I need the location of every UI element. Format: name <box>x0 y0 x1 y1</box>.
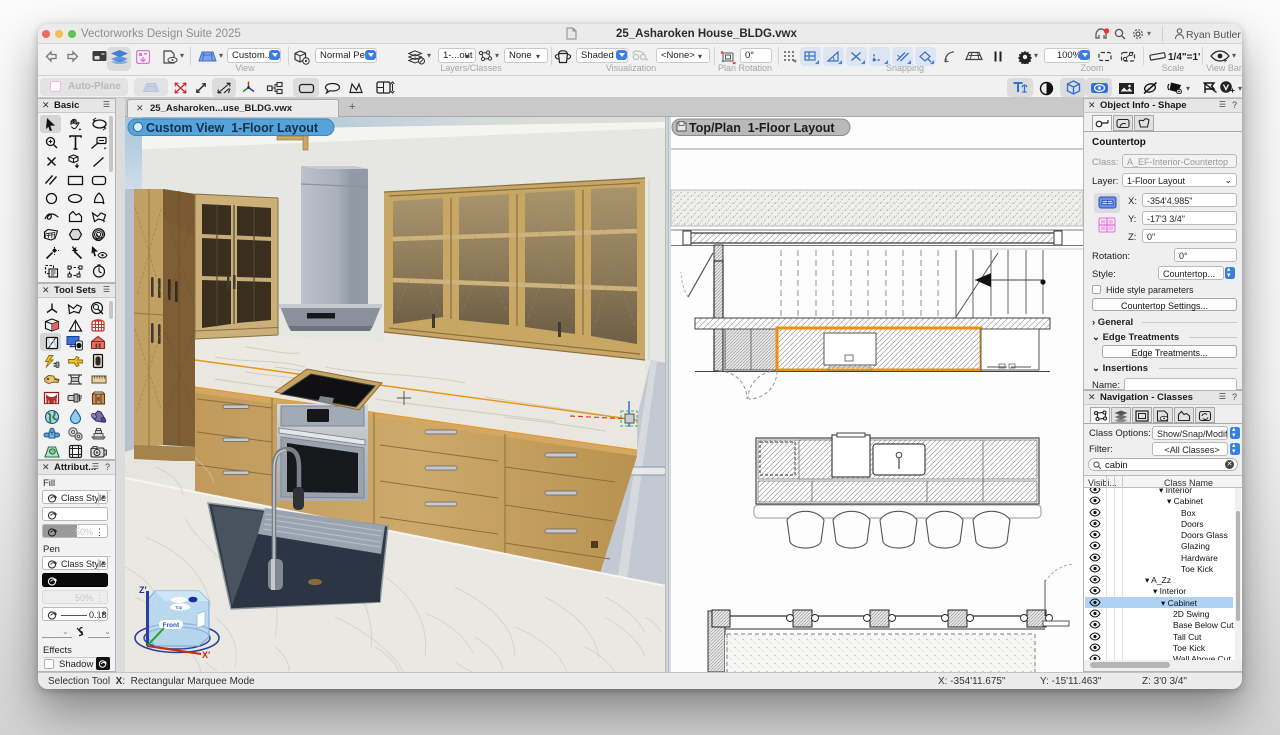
svg-text:Custom View 1-Floor Layout: Custom View 1-Floor Layout <box>146 121 319 135</box>
svg-text:Top: Top <box>175 605 183 610</box>
svg-text:X': X' <box>202 650 210 660</box>
svg-text:Z': Z' <box>139 585 147 595</box>
svg-text:Front: Front <box>163 622 180 629</box>
svg-text:Top/Plan 1-Floor Layout: Top/Plan 1-Floor Layout <box>689 121 835 135</box>
